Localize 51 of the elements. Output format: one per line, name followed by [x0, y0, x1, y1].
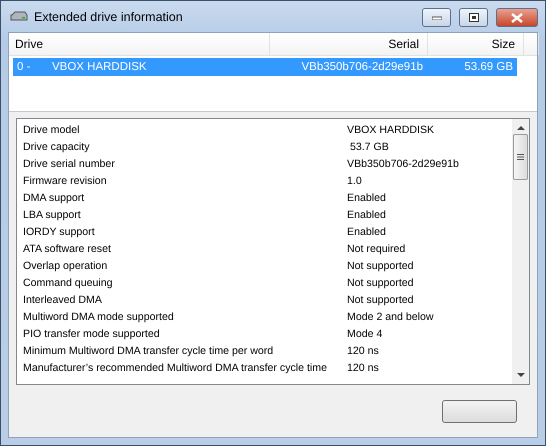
property-value: VBb350b706-2d29e91b	[347, 158, 460, 170]
property-label: Multiword DMA mode supported	[23, 310, 175, 322]
property-label: DMA support	[23, 192, 86, 204]
close-icon	[511, 12, 523, 22]
property-label: Overlap operation	[23, 260, 108, 272]
property-label: LBA support	[23, 208, 82, 220]
property-value: Not supported	[347, 276, 415, 288]
maximize-button[interactable]	[459, 8, 488, 27]
property-value: Enabled	[347, 208, 387, 220]
drive-serial: VBb350b706-2d29e91b	[300, 60, 424, 75]
property-value: 120 ns	[347, 362, 380, 374]
property-value: VBOX HARDDISK	[347, 124, 436, 136]
property-label: Drive capacity	[23, 140, 91, 152]
drive-name: VBOX HARDDISK	[51, 60, 148, 75]
property-value: Mode 2 and below	[347, 310, 435, 322]
window-title: Extended drive information	[34, 10, 184, 24]
property-label: IORDY support	[23, 226, 96, 238]
property-value: Not supported	[347, 260, 415, 272]
property-label: Drive model	[23, 124, 81, 136]
drive-index: 0 -	[16, 60, 32, 75]
property-label: Manufacturer’s recommended Multiword DMA transfer cycle time	[23, 362, 328, 374]
scroll-up-icon[interactable]	[516, 125, 524, 130]
scroll-down-icon[interactable]	[516, 373, 524, 378]
maximize-icon	[468, 13, 478, 22]
property-label: Minimum Multiword DMA transfer cycle time per word	[23, 344, 274, 356]
grip-icon	[517, 154, 524, 160]
scrollbar[interactable]	[512, 119, 529, 384]
property-value: Mode 4	[347, 328, 384, 340]
drive-size: 53.69 GB	[463, 60, 514, 75]
property-label: Drive serial number	[23, 158, 116, 170]
property-value: 120 ns	[347, 344, 380, 356]
close-button[interactable]	[496, 8, 538, 27]
property-value: 1.0	[347, 174, 363, 186]
column-header[interactable]: Drive	[9, 33, 270, 55]
property-value: 53.7 GB	[348, 140, 390, 152]
property-value: Not supported	[347, 294, 415, 306]
property-value: Enabled	[347, 226, 387, 238]
scroll-thumb[interactable]	[513, 134, 528, 180]
property-value: Enabled	[347, 192, 387, 204]
drive-icon	[10, 10, 28, 22]
minimize-icon	[432, 16, 442, 20]
property-label: PIO transfer mode supported	[23, 328, 161, 340]
property-label: Command queuing	[23, 276, 114, 288]
property-label: Firmware revision	[23, 174, 108, 186]
column-header[interactable]: Serial	[270, 33, 428, 55]
property-label: ATA software reset	[23, 242, 112, 254]
dialog-button[interactable]	[442, 400, 517, 422]
property-label: Interleaved DMA	[23, 294, 103, 306]
property-value: Not required	[347, 242, 406, 254]
column-header[interactable]: Size	[428, 33, 524, 55]
minimize-button[interactable]	[422, 8, 451, 27]
